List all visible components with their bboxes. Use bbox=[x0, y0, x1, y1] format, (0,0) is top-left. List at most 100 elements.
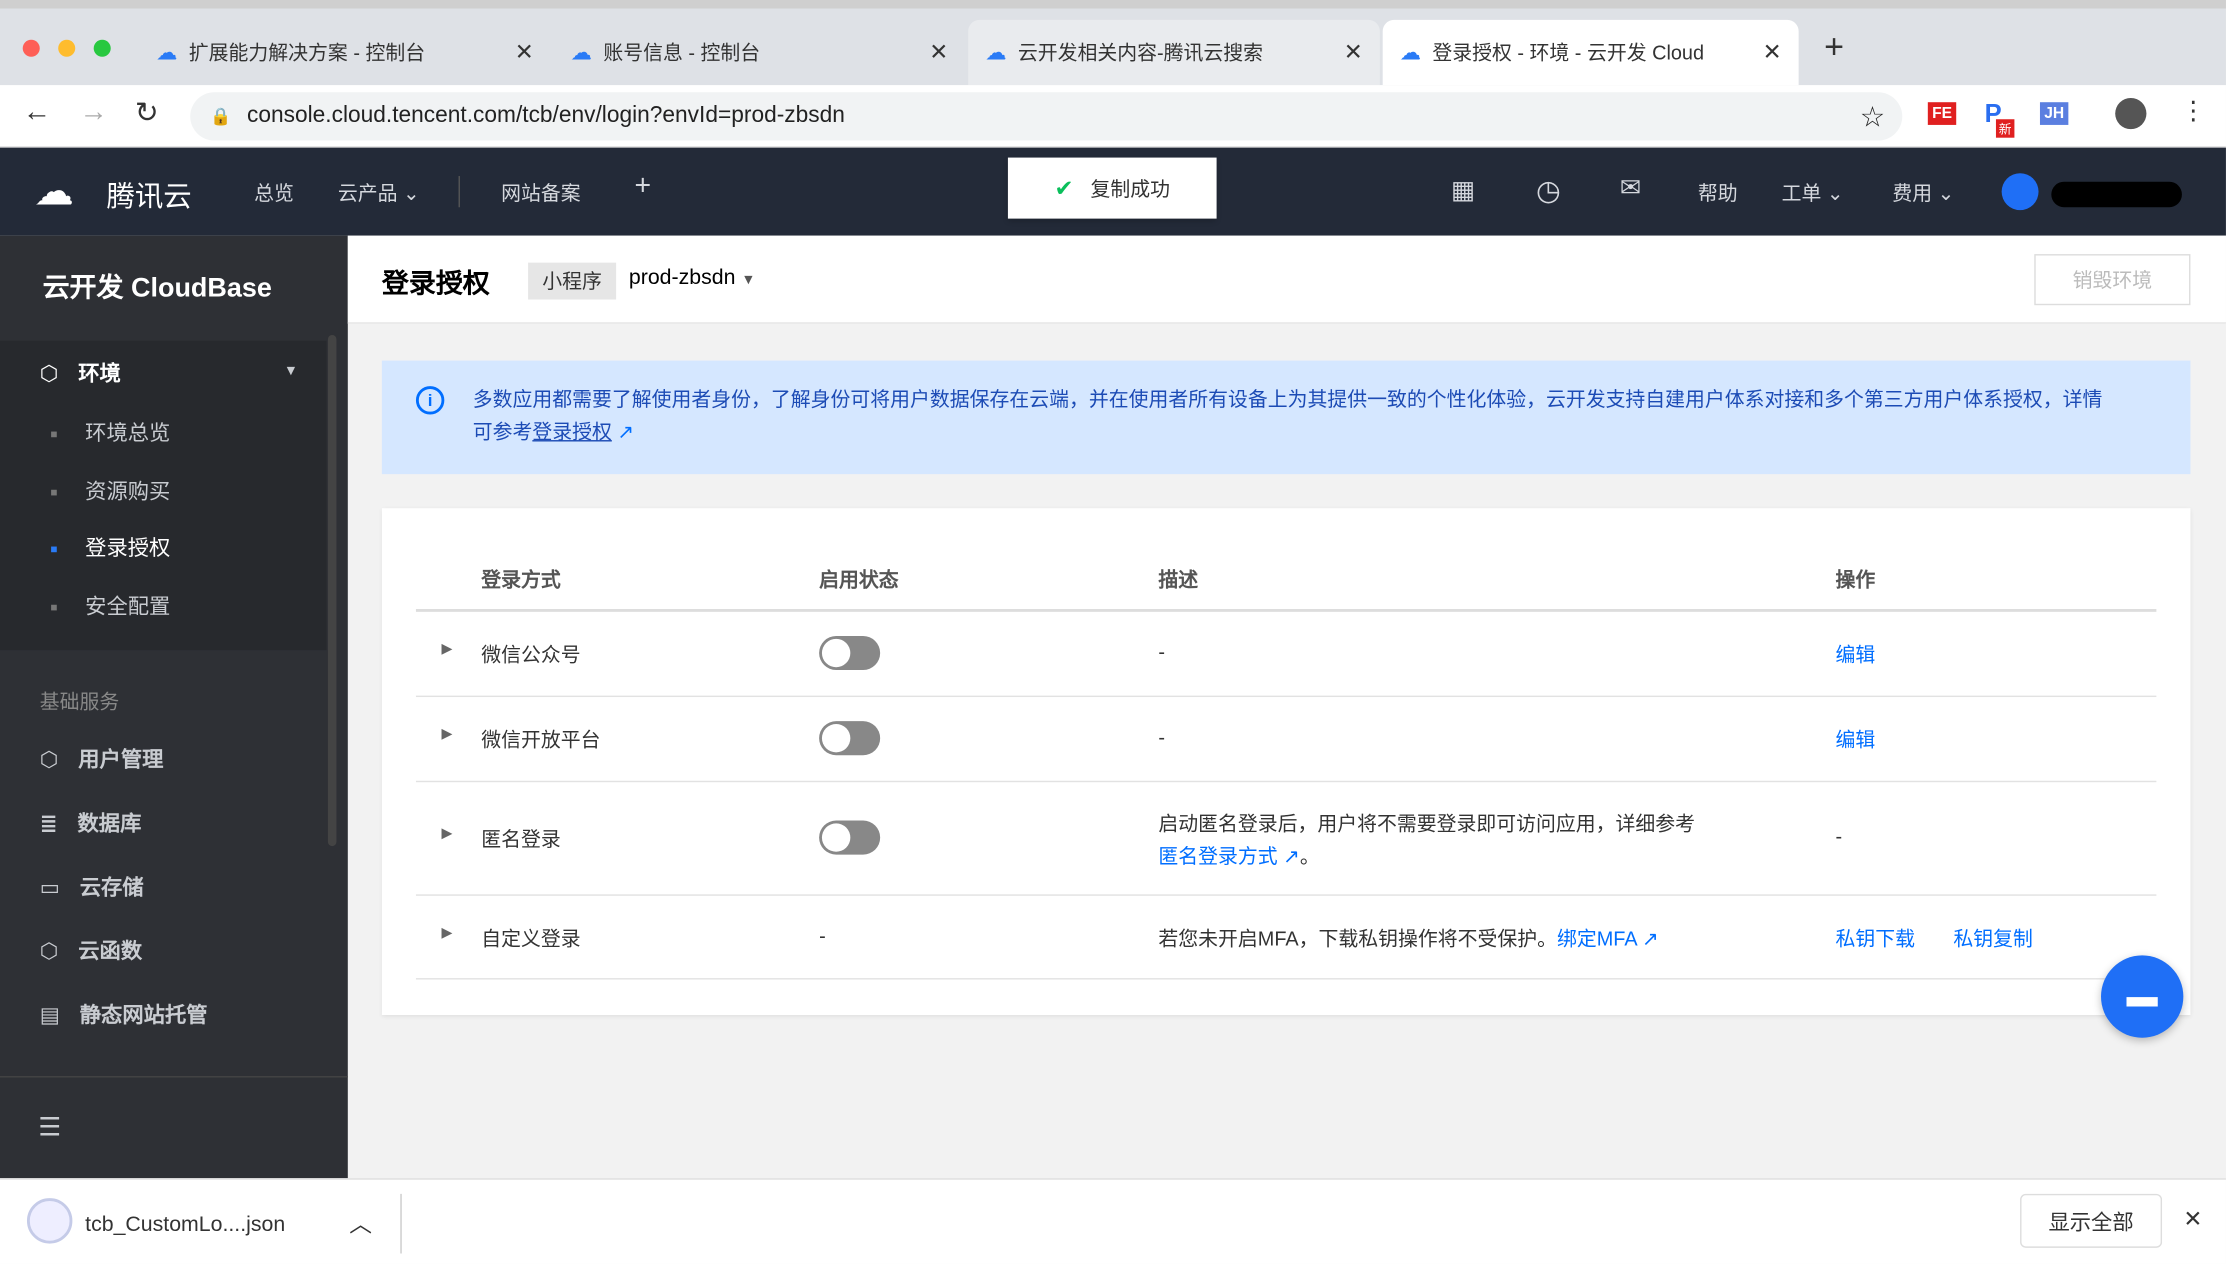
clock-icon[interactable]: ◷ bbox=[1536, 173, 1561, 208]
menu-kebab-icon[interactable]: ⋮ bbox=[2181, 97, 2207, 127]
redacted-username bbox=[2051, 181, 2182, 208]
nav-billing[interactable]: 费用 ⌄ bbox=[1892, 179, 1954, 207]
toast-text: 复制成功 bbox=[1090, 176, 1171, 200]
extension-jh-icon[interactable]: JH bbox=[2039, 102, 2069, 125]
nav-icp[interactable]: 网站备案 bbox=[501, 179, 580, 207]
info-text: 多数应用都需要了解使用者身份，了解身份可将用户数据保存在云端，并在使用者所有设备… bbox=[472, 387, 2103, 443]
browser-tab[interactable]: ☁ 账号信息 - 控制台 ✕ bbox=[554, 20, 966, 85]
nav-overview[interactable]: 总览 bbox=[254, 179, 294, 207]
cloud-icon: ☁ bbox=[985, 41, 1007, 66]
enable-toggle[interactable] bbox=[819, 820, 881, 855]
bind-mfa-link[interactable]: 绑定MFA bbox=[1557, 927, 1637, 950]
description: 启动匿名登录后，用户将不需要登录即可访问应用，详细参考 匿名登录方式 ↗。 bbox=[1158, 808, 1754, 873]
database-icon: ≣ bbox=[39, 811, 58, 836]
browser-tab[interactable]: ☁ 扩展能力解决方案 - 控制台 ✕ bbox=[139, 20, 551, 85]
mail-icon[interactable]: ✉ bbox=[1620, 173, 1641, 203]
sidebar-item-purchase[interactable]: 资源购买 bbox=[51, 476, 170, 506]
close-tab-icon[interactable]: ✕ bbox=[1763, 38, 1782, 66]
close-tab-icon[interactable]: ✕ bbox=[1344, 38, 1363, 66]
label: 资源购买 bbox=[85, 479, 171, 504]
copy-key-link[interactable]: 私钥复制 bbox=[1953, 924, 2032, 952]
nav-help[interactable]: 帮助 bbox=[1698, 179, 1738, 207]
edit-link[interactable]: 编辑 bbox=[1836, 725, 1876, 753]
bookmark-star-icon[interactable]: ☆ bbox=[1860, 99, 1885, 134]
expand-row-icon[interactable]: ▶ bbox=[441, 926, 452, 942]
sidebar-item-security[interactable]: 安全配置 bbox=[51, 591, 170, 621]
external-link-icon: ↗ bbox=[1642, 926, 1659, 950]
destroy-env-button[interactable]: 销毁环境 bbox=[2034, 254, 2191, 306]
env-type-badge: 小程序 bbox=[528, 262, 617, 300]
sidebar-item-env-overview[interactable]: 环境总览 bbox=[51, 417, 170, 447]
col-header: 操作 bbox=[1835, 567, 1876, 591]
login-auth-doc-link[interactable]: 登录授权 bbox=[532, 420, 611, 443]
avatar[interactable] bbox=[2001, 173, 2039, 211]
method-name: 微信开放平台 bbox=[481, 728, 601, 751]
console-topnav: ☁ 腾讯云 总览 云产品 ⌄ 网站备案 + ✔ 复制成功 ▦ ◷ ✉ 帮助 工单 … bbox=[0, 147, 2226, 236]
browser-tab-active[interactable]: ☁ 登录授权 - 环境 - 云开发 Cloud ✕ bbox=[1382, 19, 1799, 86]
show-all-button[interactable]: 显示全部 bbox=[2020, 1193, 2163, 1248]
minimize-window-button[interactable] bbox=[58, 39, 76, 57]
expand-row-icon[interactable]: ▶ bbox=[441, 642, 452, 658]
close-window-button[interactable] bbox=[22, 39, 40, 57]
maximize-window-button[interactable] bbox=[93, 39, 111, 57]
edit-link[interactable]: 编辑 bbox=[1836, 640, 1876, 668]
add-shortcut-icon[interactable]: + bbox=[635, 170, 652, 203]
enable-toggle[interactable] bbox=[819, 635, 881, 671]
toast-copy-success: ✔ 复制成功 bbox=[1007, 157, 1217, 219]
sidebar-item-login-auth[interactable]: 登录授权 bbox=[51, 532, 170, 562]
col-header: 登录方式 bbox=[481, 567, 561, 591]
chat-icon: ▬ bbox=[2126, 978, 2158, 1014]
close-download-bar-icon[interactable]: ✕ bbox=[2183, 1205, 2202, 1233]
anonymous-login-doc-link[interactable]: 匿名登录方式 bbox=[1158, 845, 1277, 868]
cloud-icon: ☁ bbox=[156, 41, 178, 66]
label: 云存储 bbox=[79, 875, 144, 901]
sidebar: 云开发 CloudBase ⬡ 环境 ▼ 环境总览 资源购买 登录授权 安全配置 … bbox=[0, 235, 348, 1179]
forward-icon[interactable]: → bbox=[79, 97, 107, 130]
chat-support-button[interactable]: ▬ bbox=[2101, 955, 2184, 1038]
back-icon[interactable]: ← bbox=[23, 97, 51, 130]
divider bbox=[0, 1076, 348, 1078]
qrcode-icon[interactable]: ▦ bbox=[1451, 176, 1475, 206]
close-tab-icon[interactable]: ✕ bbox=[929, 38, 948, 66]
download-key-link[interactable]: 私钥下载 bbox=[1836, 924, 1915, 952]
chevron-up-icon[interactable]: ︿ bbox=[349, 1205, 372, 1239]
extension-fe-icon[interactable]: FE bbox=[1927, 102, 1957, 125]
sidebar-scrollbar[interactable] bbox=[327, 335, 337, 847]
collapse-sidebar-icon[interactable]: ☰ bbox=[38, 1113, 61, 1143]
download-filename[interactable]: tcb_CustomLo....json bbox=[85, 1212, 285, 1236]
sidebar-item-hosting[interactable]: ▤ 静态网站托管 bbox=[40, 999, 208, 1029]
close-tab-icon[interactable]: ✕ bbox=[515, 38, 534, 66]
label: 环境 bbox=[78, 361, 121, 387]
reload-icon[interactable]: ↻ bbox=[135, 95, 159, 130]
tab-title: 云开发相关内容-腾讯云搜索 bbox=[1017, 41, 1263, 64]
sidebar-item-functions[interactable]: ⬡ 云函数 bbox=[40, 936, 142, 966]
new-tab-button[interactable]: + bbox=[1824, 28, 1844, 68]
desc-text: 启动匿名登录后，用户将不需要登录即可访问应用，详细参考 bbox=[1158, 812, 1696, 835]
label: 环境总览 bbox=[85, 421, 171, 446]
expand-row-icon[interactable]: ▶ bbox=[441, 727, 452, 743]
nav-products[interactable]: 云产品 ⌄ bbox=[338, 179, 420, 207]
nav-tickets[interactable]: 工单 ⌄ bbox=[1782, 179, 1844, 207]
env-selector[interactable]: prod-zbsdn ▼ bbox=[629, 265, 756, 289]
check-circle-icon: ✔ bbox=[1054, 176, 1074, 201]
cloud-icon: ☁ bbox=[570, 41, 592, 66]
sidebar-item-env[interactable]: ⬡ 环境 bbox=[40, 358, 121, 388]
table-row: ▶ 微信开放平台 - 编辑 bbox=[415, 697, 2157, 783]
label: 用户管理 bbox=[78, 748, 164, 773]
sidebar-item-users[interactable]: ⬡ 用户管理 bbox=[40, 744, 164, 774]
sidebar-title: 云开发 CloudBase bbox=[42, 273, 272, 304]
caret-down-icon[interactable]: ▼ bbox=[284, 363, 298, 379]
document-icon: ▤ bbox=[39, 1002, 60, 1028]
divider bbox=[458, 176, 460, 208]
lock-icon: 🔒 bbox=[210, 106, 232, 127]
url-input[interactable]: 🔒 console.cloud.tencent.com/tcb/env/login… bbox=[190, 92, 1903, 141]
enable-toggle[interactable] bbox=[819, 721, 881, 756]
sidebar-item-database[interactable]: ≣ 数据库 bbox=[40, 808, 142, 838]
profile-icon[interactable] bbox=[2115, 97, 2147, 130]
tab-title: 账号信息 - 控制台 bbox=[603, 41, 761, 64]
file-icon bbox=[26, 1198, 73, 1244]
expand-row-icon[interactable]: ▶ bbox=[441, 826, 452, 842]
col-header: 启用状态 bbox=[819, 567, 899, 591]
browser-tab[interactable]: ☁ 云开发相关内容-腾讯云搜索 ✕ bbox=[968, 19, 1380, 86]
sidebar-item-storage[interactable]: ▭ 云存储 bbox=[40, 872, 144, 902]
